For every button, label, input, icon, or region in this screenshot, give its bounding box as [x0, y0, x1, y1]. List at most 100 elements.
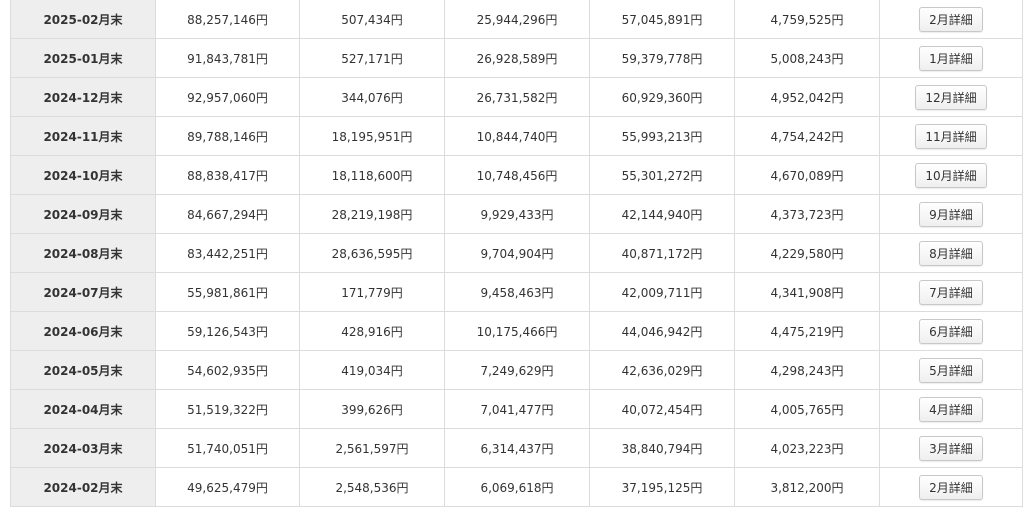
value-cell-2: 2,561,597円 — [299, 428, 445, 468]
value-cell-3: 25,944,296円 — [444, 0, 590, 39]
action-cell: 8月詳細 — [879, 233, 1023, 273]
value-cell-3: 10,844,740円 — [444, 116, 590, 156]
value-cell-4: 42,144,940円 — [589, 194, 735, 234]
table-row: 2024-09月末 84,667,294円 28,219,198円 9,929,433… — [10, 194, 1023, 234]
month-detail-button[interactable]: 9月詳細 — [919, 201, 983, 227]
value-cell-3: 7,041,477円 — [444, 389, 590, 429]
value-cell-4: 59,379,778円 — [589, 38, 735, 78]
month-detail-button[interactable]: 4月詳細 — [919, 396, 983, 422]
value-cell-3: 10,175,466円 — [444, 311, 590, 351]
value-cell-2: 171,779円 — [299, 272, 445, 312]
action-cell: 11月詳細 — [879, 116, 1023, 156]
value-cell-2: 419,034円 — [299, 350, 445, 390]
value-cell-3: 10,748,456円 — [444, 155, 590, 195]
action-cell: 7月詳細 — [879, 272, 1023, 312]
month-detail-button[interactable]: 11月詳細 — [915, 123, 987, 149]
value-cell-4: 38,840,794円 — [589, 428, 735, 468]
value-cell-2: 344,076円 — [299, 77, 445, 117]
value-cell-4: 60,929,360円 — [589, 77, 735, 117]
month-detail-button[interactable]: 7月詳細 — [919, 279, 983, 305]
value-cell-4: 44,046,942円 — [589, 311, 735, 351]
action-cell: 10月詳細 — [879, 155, 1023, 195]
table-row: 2024-02月末 49,625,479円 2,548,536円 6,069,618円… — [10, 467, 1023, 507]
month-label-cell: 2024-06月末 — [10, 311, 156, 351]
action-cell: 3月詳細 — [879, 428, 1023, 468]
action-cell: 5月詳細 — [879, 350, 1023, 390]
table-row: 2024-08月末 83,442,251円 28,636,595円 9,704,904… — [10, 233, 1023, 273]
month-label-cell: 2024-02月末 — [10, 467, 156, 507]
month-detail-button[interactable]: 12月詳細 — [915, 84, 987, 110]
table-row: 2024-05月末 54,602,935円 419,034円 7,249,629円 42… — [10, 350, 1023, 390]
value-cell-4: 40,072,454円 — [589, 389, 735, 429]
value-cell-3: 9,458,463円 — [444, 272, 590, 312]
value-cell-4: 37,195,125円 — [589, 467, 735, 507]
value-cell-1: 92,957,060円 — [155, 77, 300, 117]
value-cell-2: 399,626円 — [299, 389, 445, 429]
value-cell-3: 7,249,629円 — [444, 350, 590, 390]
value-cell-5: 4,229,580円 — [734, 233, 880, 273]
value-cell-4: 55,301,272円 — [589, 155, 735, 195]
value-cell-3: 26,928,589円 — [444, 38, 590, 78]
value-cell-1: 91,843,781円 — [155, 38, 300, 78]
value-cell-1: 49,625,479円 — [155, 467, 300, 507]
value-cell-1: 54,602,935円 — [155, 350, 300, 390]
month-detail-button[interactable]: 3月詳細 — [919, 435, 983, 461]
action-cell: 12月詳細 — [879, 77, 1023, 117]
value-cell-3: 6,069,618円 — [444, 467, 590, 507]
month-detail-button[interactable]: 1月詳細 — [919, 45, 983, 71]
month-detail-button[interactable]: 6月詳細 — [919, 318, 983, 344]
value-cell-5: 4,759,525円 — [734, 0, 880, 39]
month-label-cell: 2024-04月末 — [10, 389, 156, 429]
value-cell-1: 51,740,051円 — [155, 428, 300, 468]
value-cell-5: 4,373,723円 — [734, 194, 880, 234]
value-cell-1: 51,519,322円 — [155, 389, 300, 429]
value-cell-1: 89,788,146円 — [155, 116, 300, 156]
value-cell-5: 5,008,243円 — [734, 38, 880, 78]
value-cell-5: 4,952,042円 — [734, 77, 880, 117]
month-detail-button[interactable]: 8月詳細 — [919, 240, 983, 266]
month-detail-button[interactable]: 5月詳細 — [919, 357, 983, 383]
value-cell-3: 6,314,437円 — [444, 428, 590, 468]
month-label-cell: 2025-01月末 — [10, 38, 156, 78]
value-cell-5: 3,812,200円 — [734, 467, 880, 507]
value-cell-3: 9,704,904円 — [444, 233, 590, 273]
table-row: 2024-07月末 55,981,861円 171,779円 9,458,463円 42… — [10, 272, 1023, 312]
table-body: 2025-02月末 88,257,146円 507,434円 25,944,296円 5… — [10, 0, 1023, 507]
value-cell-5: 4,670,089円 — [734, 155, 880, 195]
action-cell: 9月詳細 — [879, 194, 1023, 234]
value-cell-1: 84,667,294円 — [155, 194, 300, 234]
table-row: 2024-04月末 51,519,322円 399,626円 7,041,477円 40… — [10, 389, 1023, 429]
value-cell-4: 42,636,029円 — [589, 350, 735, 390]
action-cell: 4月詳細 — [879, 389, 1023, 429]
table-row: 2025-01月末 91,843,781円 527,171円 26,928,589円 5… — [10, 38, 1023, 78]
value-cell-1: 88,257,146円 — [155, 0, 300, 39]
value-cell-3: 26,731,582円 — [444, 77, 590, 117]
month-label-cell: 2025-02月末 — [10, 0, 156, 39]
monthly-asset-table: 2025-02月末 88,257,146円 507,434円 25,944,296円 5… — [10, 0, 1023, 507]
value-cell-4: 57,045,891円 — [589, 0, 735, 39]
month-detail-button[interactable]: 10月詳細 — [915, 162, 987, 188]
month-detail-button[interactable]: 2月詳細 — [919, 474, 983, 500]
action-cell: 2月詳細 — [879, 467, 1023, 507]
value-cell-5: 4,023,223円 — [734, 428, 880, 468]
value-cell-5: 4,754,242円 — [734, 116, 880, 156]
month-label-cell: 2024-05月末 — [10, 350, 156, 390]
month-label-cell: 2024-03月末 — [10, 428, 156, 468]
action-cell: 6月詳細 — [879, 311, 1023, 351]
month-label-cell: 2024-09月末 — [10, 194, 156, 234]
table-row: 2024-12月末 92,957,060円 344,076円 26,731,582円 6… — [10, 77, 1023, 117]
month-detail-button[interactable]: 2月詳細 — [919, 6, 983, 32]
month-label-cell: 2024-08月末 — [10, 233, 156, 273]
value-cell-1: 83,442,251円 — [155, 233, 300, 273]
table-row: 2024-06月末 59,126,543円 428,916円 10,175,466円 4… — [10, 311, 1023, 351]
value-cell-1: 59,126,543円 — [155, 311, 300, 351]
value-cell-5: 4,341,908円 — [734, 272, 880, 312]
month-label-cell: 2024-11月末 — [10, 116, 156, 156]
value-cell-2: 18,195,951円 — [299, 116, 445, 156]
value-cell-4: 55,993,213円 — [589, 116, 735, 156]
value-cell-2: 28,636,595円 — [299, 233, 445, 273]
value-cell-2: 2,548,536円 — [299, 467, 445, 507]
table-row: 2025-02月末 88,257,146円 507,434円 25,944,296円 5… — [10, 0, 1023, 39]
table-row: 2024-03月末 51,740,051円 2,561,597円 6,314,437円… — [10, 428, 1023, 468]
value-cell-2: 18,118,600円 — [299, 155, 445, 195]
